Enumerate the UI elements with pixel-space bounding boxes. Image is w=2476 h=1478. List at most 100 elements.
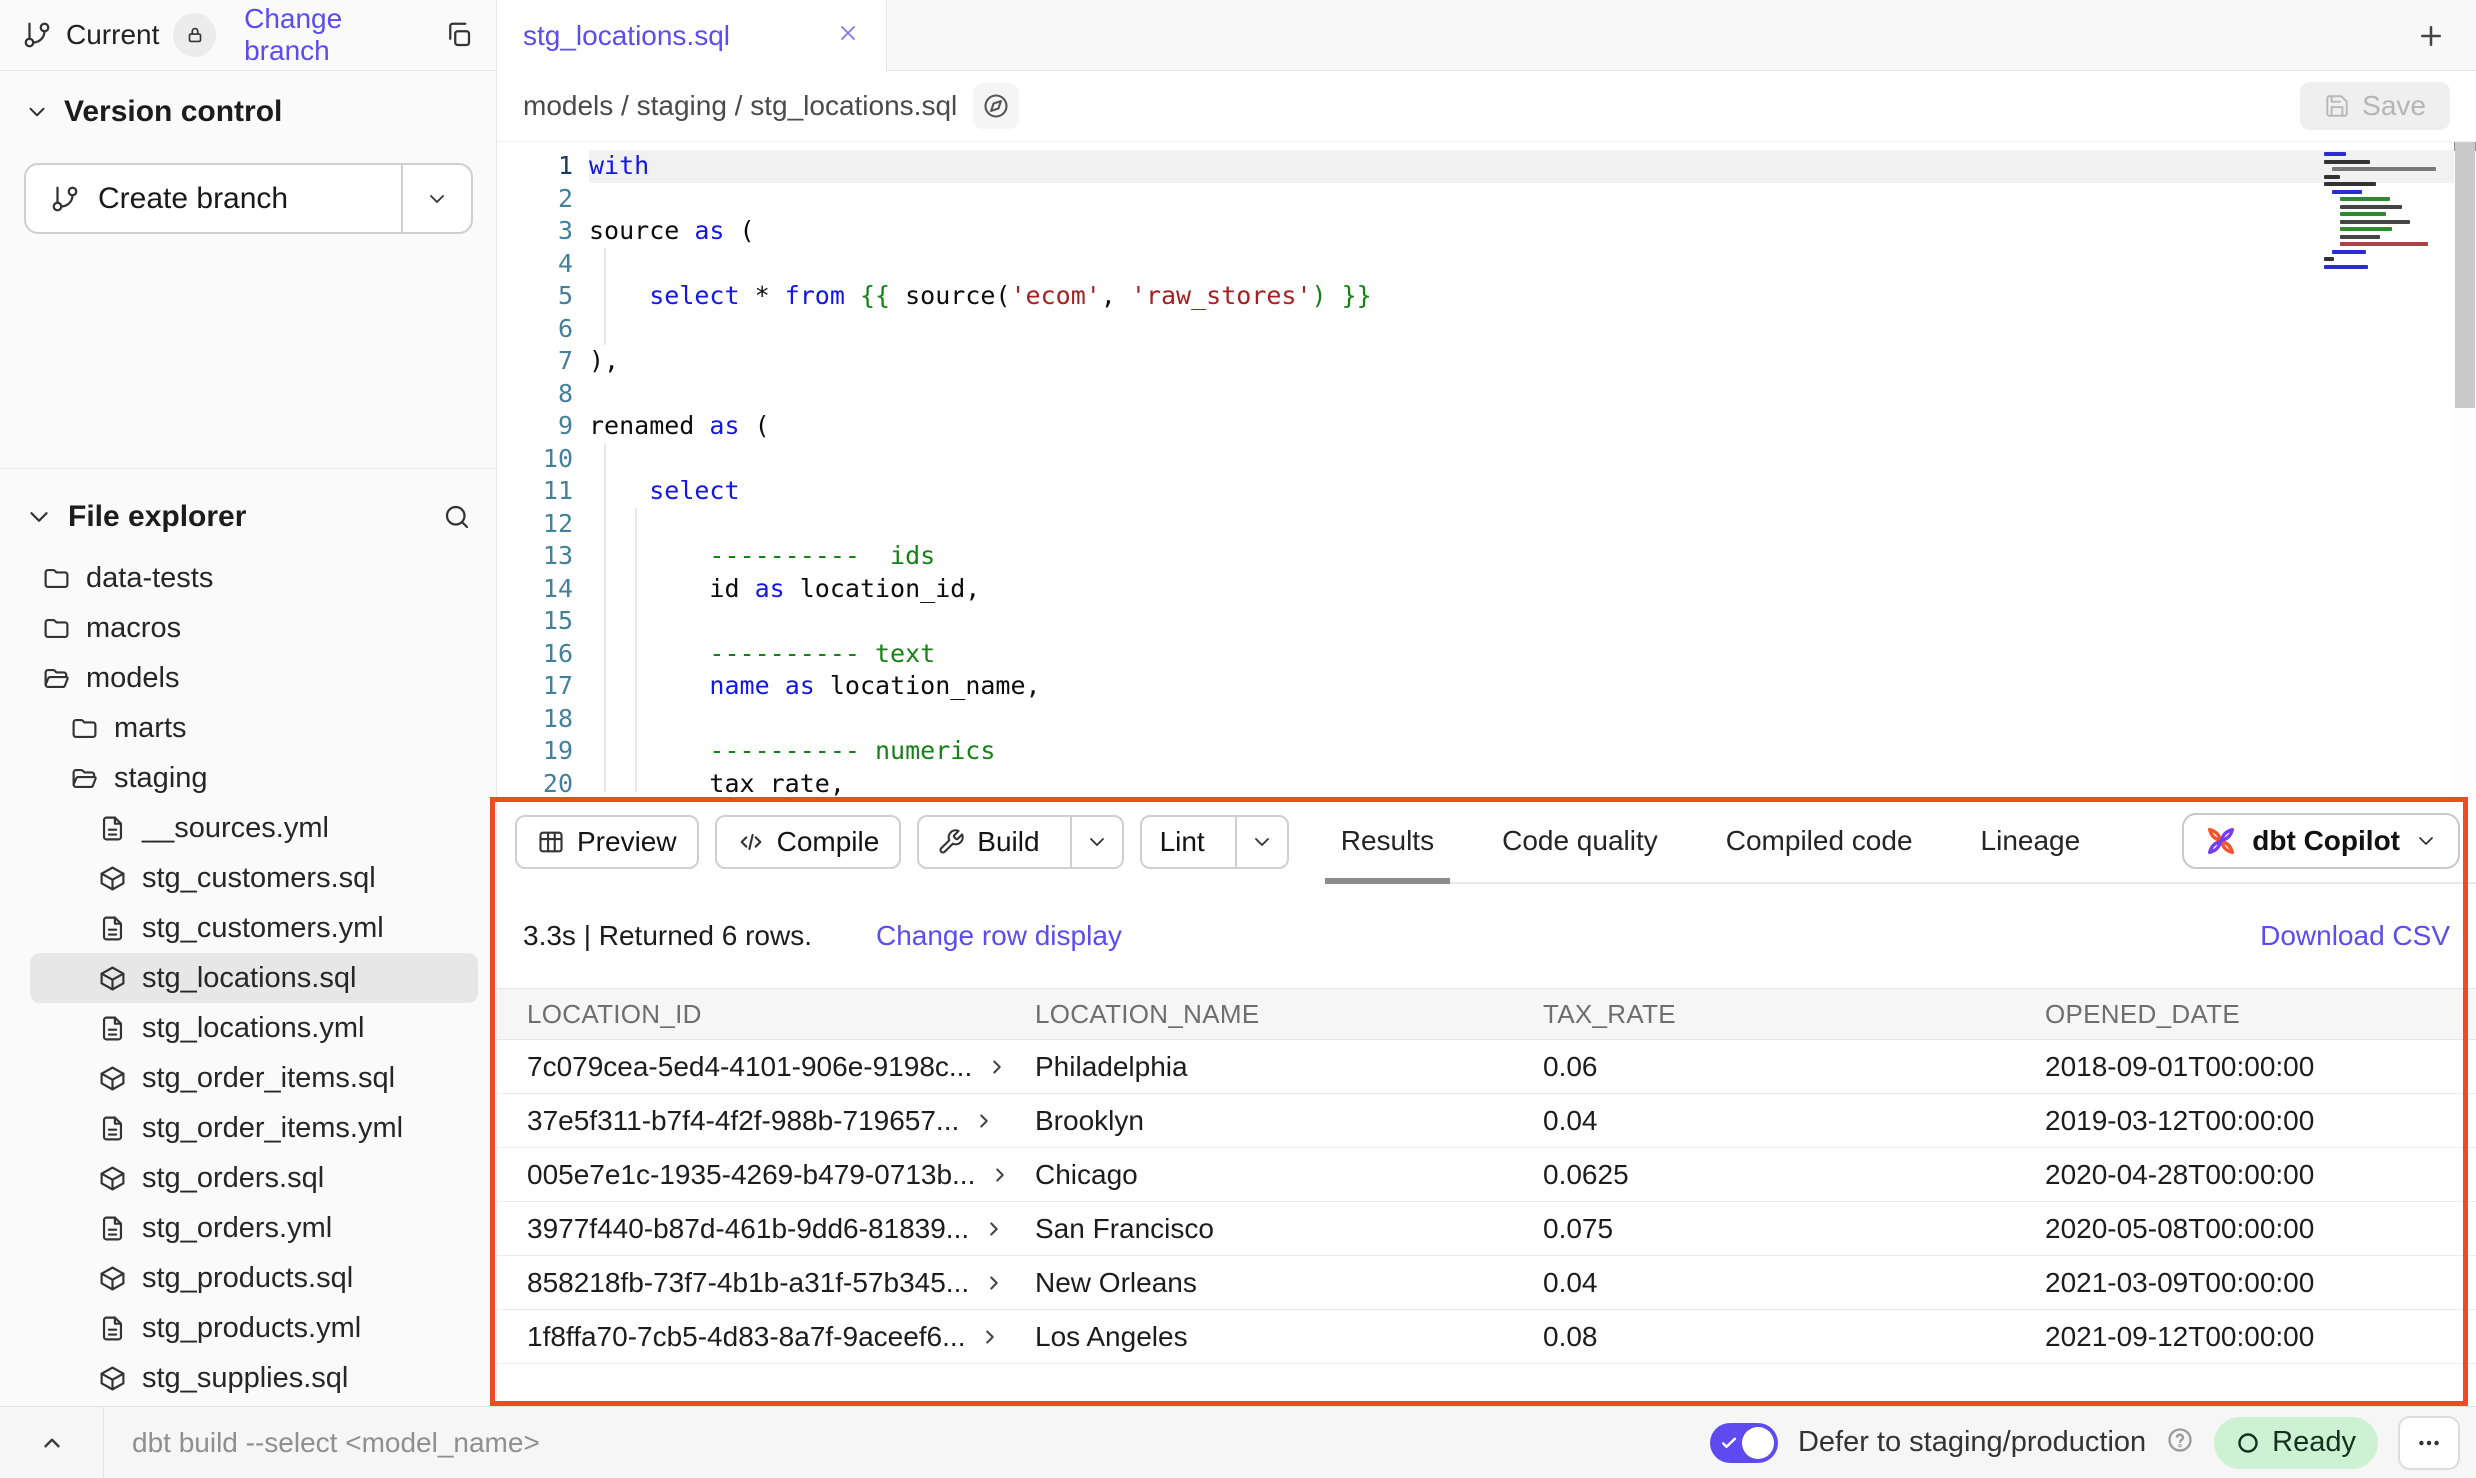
file-tree-item-staging[interactable]: staging [30,753,478,803]
file-tree-item-stg-customers-yml[interactable]: stg_customers.yml [30,903,478,953]
editor-scrollbar[interactable] [2454,142,2476,800]
code-editor[interactable]: 1with23source as (45 select * from {{ so… [497,142,2476,800]
file-icon [98,814,127,843]
file-tree-item--sources-yml[interactable]: __sources.yml [30,803,478,853]
table-row: 3977f440-b87d-461b-9dd6-81839...San Fran… [497,1202,2476,1256]
file-tree-item-marts[interactable]: marts [30,703,478,753]
new-tab-button[interactable] [2412,17,2450,55]
file-label: stg_products.yml [142,1312,361,1345]
minimap-line [2324,265,2368,269]
code-line: 20 tax_rate, [497,768,2476,801]
results-panel: Preview Compile Build [497,800,2476,1406]
file-label: stg_locations.sql [142,962,356,995]
copy-icon[interactable] [444,20,474,50]
tab-code-quality[interactable]: Code quality [1502,800,1658,882]
line-text: source as ( [589,215,2476,248]
column-header: LOCATION_ID [527,999,1035,1030]
help-button[interactable] [2166,1426,2194,1459]
file-tree-item-stg-order-items-sql[interactable]: stg_order_items.sql [30,1053,478,1103]
code-line: 17 name as location_name, [497,670,2476,703]
file-tree-item-stg-locations-sql[interactable]: stg_locations.sql [30,953,478,1003]
file-tree-item-stg-supplies-sql[interactable]: stg_supplies.sql [30,1353,478,1403]
dbt-copilot-button[interactable]: dbt Copilot [2182,813,2460,869]
table-cell: 37e5f311-b7f4-4f2f-988b-719657... [527,1105,1035,1137]
table-cell: 005e7e1c-1935-4269-b479-0713b... [527,1159,1035,1191]
file-explorer-header[interactable]: File explorer [0,487,496,547]
folder-open-icon [70,764,99,793]
file-explorer-section: File explorer data-testsmacrosmodels mart… [0,469,496,1406]
command-bar: dbt build --select <model_name> Defer to… [0,1406,2476,1478]
line-text: ), [589,345,2476,378]
tab-stg-locations-sql[interactable]: stg_locations.sql [497,0,887,71]
file-tree-item-models[interactable]: models [30,653,478,703]
table-cell: 2020-04-28T00:00:00 [2045,1159,2476,1191]
code-icon [737,828,765,856]
table-cell: Brooklyn [1035,1105,1543,1137]
tab-lineage[interactable]: Lineage [1981,800,2081,882]
line-text [589,443,2476,476]
minimap-line [2324,160,2370,164]
question-circle-icon [2166,1426,2194,1454]
file-label: stg_products.sql [142,1262,353,1295]
change-row-display-link[interactable]: Change row display [876,920,1122,952]
expand-row-icon[interactable] [989,1164,1011,1186]
status-badge[interactable]: Ready [2214,1417,2378,1469]
save-button[interactable]: Save [2300,82,2450,130]
file-tree-item-stg-locations-yml[interactable]: stg_locations.yml [30,1003,478,1053]
file-tree-item-stg-products-yml[interactable]: stg_products.yml [30,1303,478,1353]
file-tree-item-stg-orders-sql[interactable]: stg_orders.sql [30,1153,478,1203]
expand-row-icon[interactable] [986,1056,1008,1078]
toggle-knob [1742,1427,1774,1459]
tab-compiled-code[interactable]: Compiled code [1726,800,1913,882]
expand-row-icon[interactable] [973,1110,995,1132]
table-cell: Chicago [1035,1159,1543,1191]
plus-icon [2416,21,2446,51]
tab-results[interactable]: Results [1341,800,1434,882]
table-row: 7c079cea-5ed4-4101-906e-9198c...Philadel… [497,1040,2476,1094]
create-branch-button[interactable]: Create branch [24,163,473,234]
file-tree-item-stg-customers-sql[interactable]: stg_customers.sql [30,853,478,903]
lint-dropdown[interactable] [1235,817,1287,867]
table-cell: Philadelphia [1035,1051,1543,1083]
column-header: LOCATION_NAME [1035,999,1543,1030]
lint-main[interactable]: Lint [1142,817,1223,867]
file-tree-item-data-tests[interactable]: data-tests [30,553,478,603]
download-csv-link[interactable]: Download CSV [2260,920,2450,952]
search-icon[interactable] [442,502,472,532]
file-tree-item-macros[interactable]: macros [30,603,478,653]
file-tree-item-stg-orders-yml[interactable]: stg_orders.yml [30,1203,478,1253]
file-label: stg_orders.yml [142,1212,332,1245]
expand-row-icon[interactable] [983,1272,1005,1294]
line-number: 1 [497,150,589,183]
table-icon [537,828,565,856]
line-number: 17 [497,670,589,703]
version-control-header[interactable]: Version control [24,95,472,129]
minimap-line [2324,152,2346,156]
preview-button[interactable]: Preview [515,815,699,869]
branch-bar: Current Change branch [0,0,496,71]
code-line: 6 [497,313,2476,346]
build-button[interactable]: Build [917,815,1123,869]
expand-row-icon[interactable] [983,1218,1005,1240]
create-branch-dropdown[interactable] [401,165,471,232]
file-tree-item-stg-products-sql[interactable]: stg_products.sql [30,1253,478,1303]
compile-button[interactable]: Compile [715,815,902,869]
change-branch-link[interactable]: Change branch [244,3,430,67]
command-input[interactable]: dbt build --select <model_name> [132,1427,1710,1459]
defer-toggle[interactable] [1710,1423,1778,1463]
table-cell: 2021-03-09T00:00:00 [2045,1267,2476,1299]
results-tabs: ResultsCode qualityCompiled codeLineage … [1341,800,2476,884]
close-tab-button[interactable] [836,21,860,50]
build-main[interactable]: Build [919,817,1057,867]
lint-button[interactable]: Lint [1140,815,1289,869]
line-number: 2 [497,183,589,216]
more-options-button[interactable] [2398,1416,2460,1470]
file-label: marts [114,712,187,745]
scrollbar-thumb[interactable] [2455,142,2475,408]
expand-row-icon[interactable] [979,1326,1001,1348]
lineage-compass-button[interactable] [973,83,1019,129]
file-tree-item-stg-order-items-yml[interactable]: stg_order_items.yml [30,1103,478,1153]
collapse-panel-button[interactable] [0,1407,104,1478]
create-branch-main[interactable]: Create branch [26,182,401,216]
build-dropdown[interactable] [1070,817,1122,867]
